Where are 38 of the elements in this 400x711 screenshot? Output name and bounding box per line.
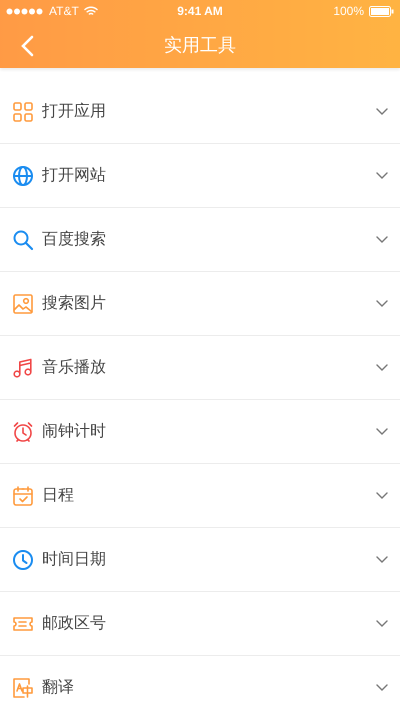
tool-label: 邮政区号 [42,613,107,634]
tool-label: 闹钟计时 [42,421,107,442]
chevron-down-icon [376,620,388,628]
tool-row[interactable]: 百度搜索 [0,208,400,272]
tool-row[interactable]: 日程 [0,464,400,528]
tool-row[interactable]: 时间日期 [0,528,400,592]
wifi-icon [84,6,98,16]
battery-icon [369,6,394,16]
chevron-down-icon [376,300,388,308]
tool-row[interactable]: 翻译 [0,656,400,711]
chevron-down-icon [376,492,388,500]
chevron-down-icon [376,428,388,436]
tool-row[interactable]: 音乐播放 [0,336,400,400]
chevron-down-icon [376,556,388,564]
tool-row[interactable]: 搜索图片 [0,272,400,336]
tool-row[interactable]: 闹钟计时 [0,400,400,464]
chevron-down-icon [376,172,388,180]
carrier-name: AT&T [49,4,79,18]
tool-label: 打开网站 [42,165,107,186]
page-title: 实用工具 [164,34,236,57]
signal-icon [6,8,44,14]
tool-row[interactable]: 打开应用 [0,80,400,144]
status-time: 9:41 AM [177,4,223,18]
tool-label: 音乐播放 [42,357,107,378]
chevron-down-icon [376,108,388,116]
tool-label: 搜索图片 [42,293,107,314]
chevron-down-icon [376,684,388,692]
tool-label: 打开应用 [42,101,107,122]
tool-label: 时间日期 [42,549,107,570]
chevron-down-icon [376,364,388,372]
tool-label: 日程 [42,485,75,506]
chevron-left-icon [20,35,34,57]
chevron-down-icon [376,236,388,244]
tool-row[interactable]: 邮政区号 [0,592,400,656]
tool-label: 翻译 [42,677,75,698]
battery-percent: 100% [333,4,364,18]
tool-label: 百度搜索 [42,229,107,250]
tool-row[interactable]: 打开网站 [0,144,400,208]
